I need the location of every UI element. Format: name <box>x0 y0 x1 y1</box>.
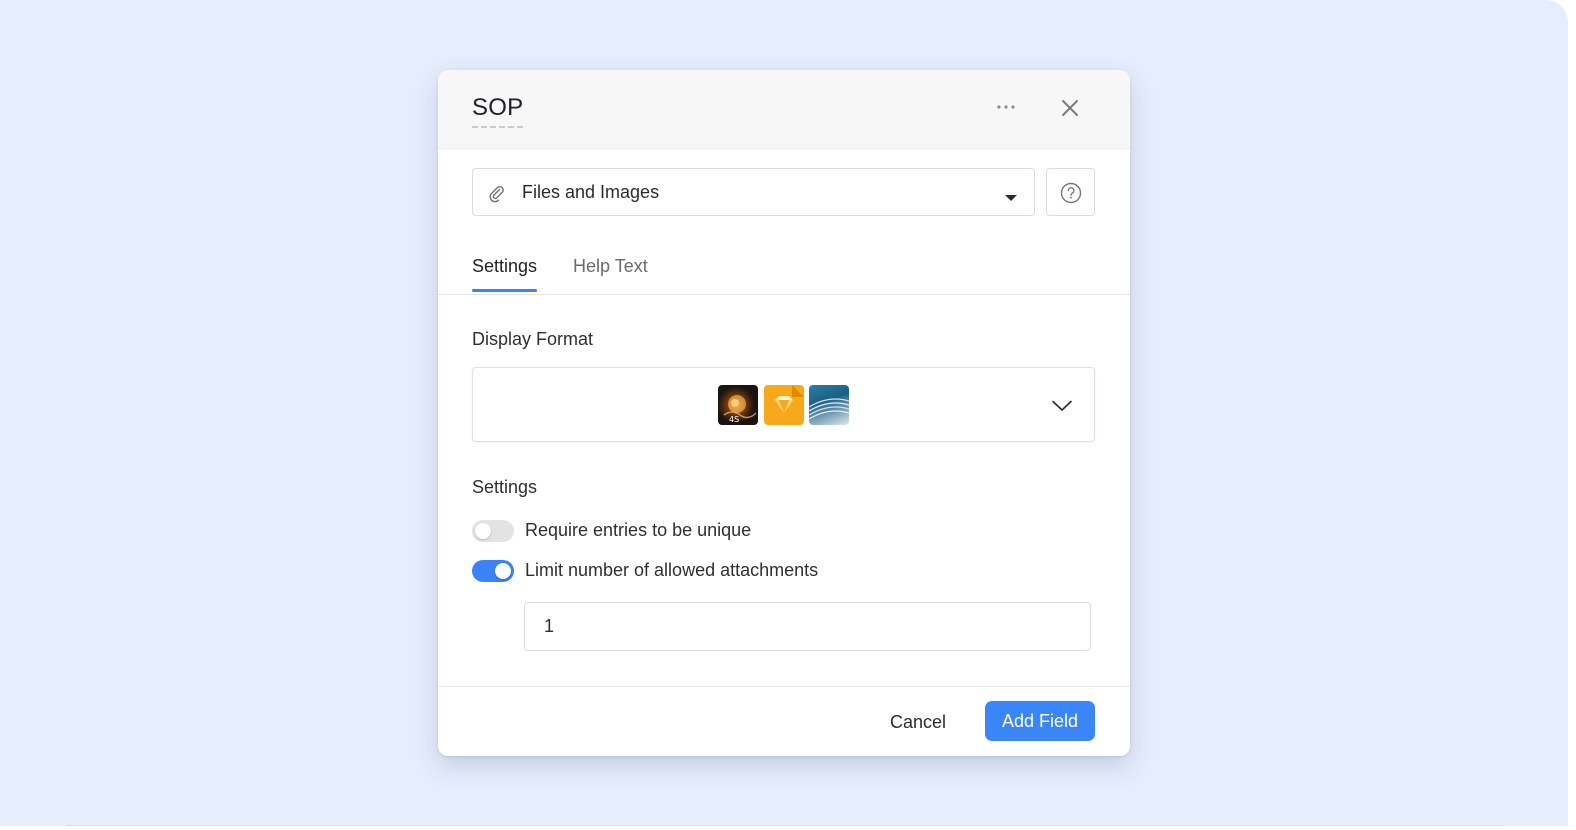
field-name-title[interactable]: SOP <box>472 94 524 128</box>
add-field-dialog: SOP Files and Images Settings Help Text … <box>438 70 1130 756</box>
attachment-limit-input[interactable] <box>524 602 1091 651</box>
close-icon[interactable] <box>1058 96 1082 120</box>
limit-attachments-option: Limit number of allowed attachments <box>472 560 1072 584</box>
question-circle-icon <box>1060 182 1082 204</box>
caret-down-icon <box>1004 189 1018 201</box>
unique-entries-option: Require entries to be unique <box>472 520 1072 544</box>
sketch-file-thumbnail <box>764 385 804 425</box>
field-type-label: Files and Images <box>522 182 660 202</box>
wave-image-thumbnail <box>809 385 849 425</box>
limit-attachments-label: Limit number of allowed attachments <box>525 560 819 580</box>
canvas-divider <box>66 825 1504 826</box>
tab-bar: Settings Help Text <box>438 250 1130 295</box>
dialog-header: SOP <box>438 70 1130 149</box>
display-format-select[interactable]: 4S <box>472 367 1095 442</box>
help-button[interactable] <box>1046 168 1095 216</box>
limit-attachments-toggle[interactable] <box>472 560 514 582</box>
photo-thumbnail: 4S <box>718 385 758 425</box>
unique-entries-toggle[interactable] <box>472 520 514 542</box>
more-horizontal-icon[interactable] <box>994 92 1018 122</box>
tab-help-text[interactable]: Help Text <box>573 256 648 291</box>
add-field-button[interactable]: Add Field <box>985 701 1095 741</box>
tab-settings[interactable]: Settings <box>472 256 538 292</box>
cancel-button[interactable]: Cancel <box>870 702 966 742</box>
svg-text:4S: 4S <box>729 415 739 424</box>
unique-entries-label: Require entries to be unique <box>525 520 752 540</box>
toggle-knob <box>475 523 491 539</box>
paperclip-icon <box>487 183 507 203</box>
chevron-down-icon <box>1052 399 1072 411</box>
field-type-select[interactable]: Files and Images <box>472 168 1035 216</box>
toggle-knob <box>495 563 511 579</box>
display-format-heading: Display Format <box>472 329 594 349</box>
settings-heading: Settings <box>472 477 538 497</box>
footer-divider <box>438 686 1130 687</box>
